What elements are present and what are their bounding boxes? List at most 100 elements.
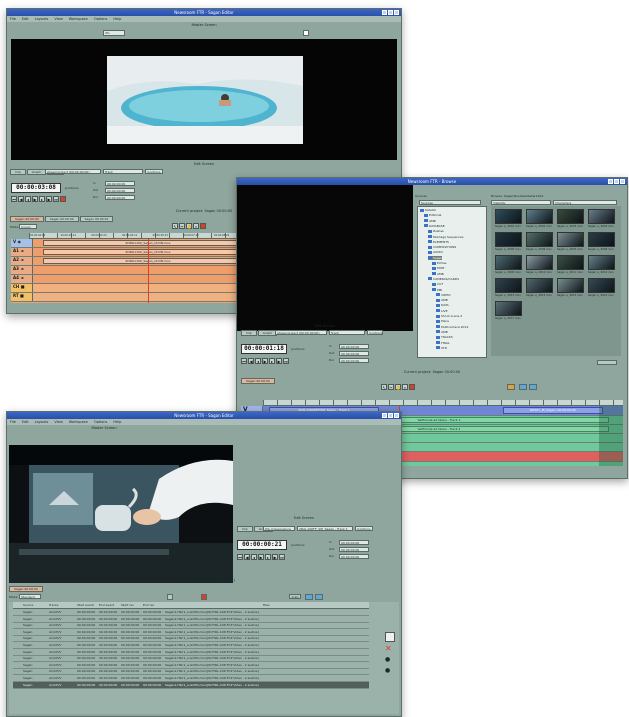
clip-thumbnail[interactable] — [557, 255, 584, 270]
minimize-icon[interactable] — [382, 10, 387, 15]
out-timecode[interactable]: 00:00:00:00 — [339, 351, 369, 356]
menu-workspace[interactable]: Workspace — [69, 419, 88, 425]
clip-thumbnail[interactable] — [557, 232, 584, 247]
tab-sequence-2[interactable]: Sagan 00:00:00 — [44, 216, 79, 222]
tree-item[interactable]: Editorial — [424, 213, 441, 217]
clip-thumbnail[interactable] — [557, 209, 584, 224]
fast-forward-icon[interactable]: ▶ — [276, 358, 282, 364]
track-header-a4[interactable]: A4 ◄ — [11, 275, 33, 283]
pointer-tool-icon[interactable]: ↖ — [172, 223, 178, 229]
clip-thumbnail[interactable] — [526, 209, 553, 224]
table-row[interactable]: Sagan A1/CH/V 00:00:00:00 00:00:00:00 00:00:… — [13, 681, 369, 689]
play-icon[interactable]: ▶ — [262, 358, 268, 364]
zoom-fit-icon[interactable] — [305, 594, 313, 600]
source-clip-select[interactable]: Pré-mixsequence — [263, 526, 295, 531]
timecode-display[interactable]: 00:00:01:18 — [241, 344, 287, 354]
track-header-rt[interactable]: RT ■ — [11, 293, 33, 301]
record-icon[interactable] — [200, 223, 206, 229]
tc-mode-field[interactable]: Jonctions — [367, 330, 383, 335]
lock-icon[interactable]: ■ — [20, 293, 24, 298]
monitor-icon[interactable] — [303, 30, 309, 36]
tree-item[interactable]: Multicamera 2014 — [436, 325, 468, 329]
tree-item[interactable]: STD — [436, 346, 447, 350]
fast-forward-icon[interactable]: ▶ — [46, 196, 52, 202]
hand-tool-icon[interactable]: ✋ — [395, 384, 401, 390]
menu-layouts[interactable]: Layouts — [35, 16, 49, 22]
minimize-icon[interactable] — [382, 413, 387, 418]
clip-thumbnail[interactable] — [495, 209, 522, 224]
col-source[interactable]: Source — [23, 602, 33, 608]
zoom-tool-icon[interactable]: ⌕ — [402, 384, 408, 390]
tab-sequence-1[interactable]: Sagan 00:00:00 — [9, 586, 43, 592]
tab-sequence-1[interactable]: Sagan 00:00:00 — [10, 216, 44, 222]
menu-options[interactable]: Options — [94, 16, 108, 22]
move-up-icon[interactable]: ● — [385, 656, 393, 664]
menu-layouts[interactable]: Layouts — [35, 419, 49, 425]
visibility-column[interactable]: Visibility — [491, 200, 551, 205]
tree-item[interactable]: MIXE — [432, 266, 444, 270]
duration-timecode[interactable]: 00:00:00:00 — [339, 358, 369, 363]
scissors-icon[interactable]: ✂ — [388, 384, 394, 390]
tree-item[interactable]: Rushes — [428, 229, 444, 233]
track-header-v[interactable]: V ◉ — [11, 239, 33, 247]
menu-edit[interactable]: Edit — [22, 419, 29, 425]
window-titlebar[interactable]: Newsroom FTR - Sagan Editor — [7, 412, 401, 419]
minimize-icon[interactable] — [608, 179, 613, 184]
snap-icon[interactable] — [315, 594, 323, 600]
tree-item[interactable]: DATABASE — [424, 224, 445, 228]
tab-sequence-1[interactable]: Sagan 00:00:00 — [241, 378, 275, 384]
clip-video-2[interactable]: NRS01_Pt_Sagan: 00:00:00:00 — [503, 407, 603, 414]
track-select[interactable]: Track — [103, 169, 143, 174]
browser-ok-button[interactable] — [597, 360, 617, 365]
clip-thumbnail[interactable] — [588, 232, 615, 247]
go-end-icon[interactable]: ⏭ — [279, 554, 285, 560]
tab-graph[interactable]: Graph — [257, 330, 277, 336]
track-select[interactable]: Track — [329, 330, 365, 335]
col-end-rec[interactable]: End rec — [143, 602, 154, 608]
tab-clip[interactable]: Clip — [237, 526, 253, 532]
tree-item[interactable]: AUDIO — [428, 250, 443, 254]
record-icon[interactable] — [409, 384, 415, 390]
record-icon[interactable] — [201, 594, 207, 600]
tree-item[interactable]: ELEMENTS — [428, 240, 449, 244]
duration-timecode[interactable]: 00:00:00:00 — [105, 195, 135, 200]
auto-button[interactable]: Auto — [289, 594, 301, 599]
window-titlebar[interactable]: Newsroom FTR - Browse — [237, 178, 627, 185]
close-icon[interactable]: ✕ — [385, 645, 393, 653]
track-header-a2[interactable]: A2 ◄ — [11, 257, 33, 265]
speaker-icon[interactable]: ◄ — [20, 257, 23, 262]
tree-item[interactable]: AMB — [432, 272, 444, 276]
duration-timecode[interactable]: 00:00:00:00 — [339, 554, 369, 559]
tab-clip[interactable]: Clip — [241, 330, 257, 336]
play-icon[interactable]: ▶ — [32, 196, 38, 202]
in-timecode[interactable]: 00:00:00:00 — [105, 181, 135, 186]
tab-graph[interactable]: Graph — [26, 169, 46, 175]
col-files[interactable]: Files — [263, 602, 270, 608]
clip-thumbnail[interactable] — [526, 255, 553, 270]
close-icon[interactable] — [394, 413, 399, 418]
step-back-icon[interactable]: ◂ — [255, 358, 261, 364]
clip-thumbnail[interactable] — [526, 232, 553, 247]
step-forward-icon[interactable]: ▸ — [265, 554, 271, 560]
tree-item[interactable]: AMB — [424, 219, 436, 223]
clip-thumbnail[interactable] — [495, 255, 522, 270]
page-icon[interactable] — [385, 632, 395, 642]
tree-item[interactable]: CAMERAS/CARDS — [428, 277, 459, 281]
rewind-icon[interactable]: ◀ — [248, 358, 254, 364]
menu-help[interactable]: Help — [113, 16, 121, 22]
col-end-event[interactable]: End event — [99, 602, 114, 608]
timecode-display[interactable]: 00:00:00:21 — [237, 540, 287, 550]
col-start-event[interactable]: Start event — [77, 602, 94, 608]
tree-item[interactable]: DATA — [436, 303, 449, 307]
step-forward-icon[interactable]: ▸ — [269, 358, 275, 364]
maximize-icon[interactable] — [614, 179, 619, 184]
tree-item[interactable]: VIDEO — [436, 293, 451, 297]
pointer-tool-icon[interactable] — [167, 594, 173, 600]
speaker-icon[interactable]: ◄ — [20, 275, 23, 280]
close-icon[interactable] — [620, 179, 625, 184]
out-timecode[interactable]: 00:00:00:00 — [105, 188, 135, 193]
clip-thumbnail[interactable] — [495, 301, 522, 316]
tree-item[interactable]: AMB — [436, 330, 448, 334]
menu-workspace[interactable]: Workspace — [69, 16, 88, 22]
source-select[interactable]: Sources — [419, 200, 481, 205]
